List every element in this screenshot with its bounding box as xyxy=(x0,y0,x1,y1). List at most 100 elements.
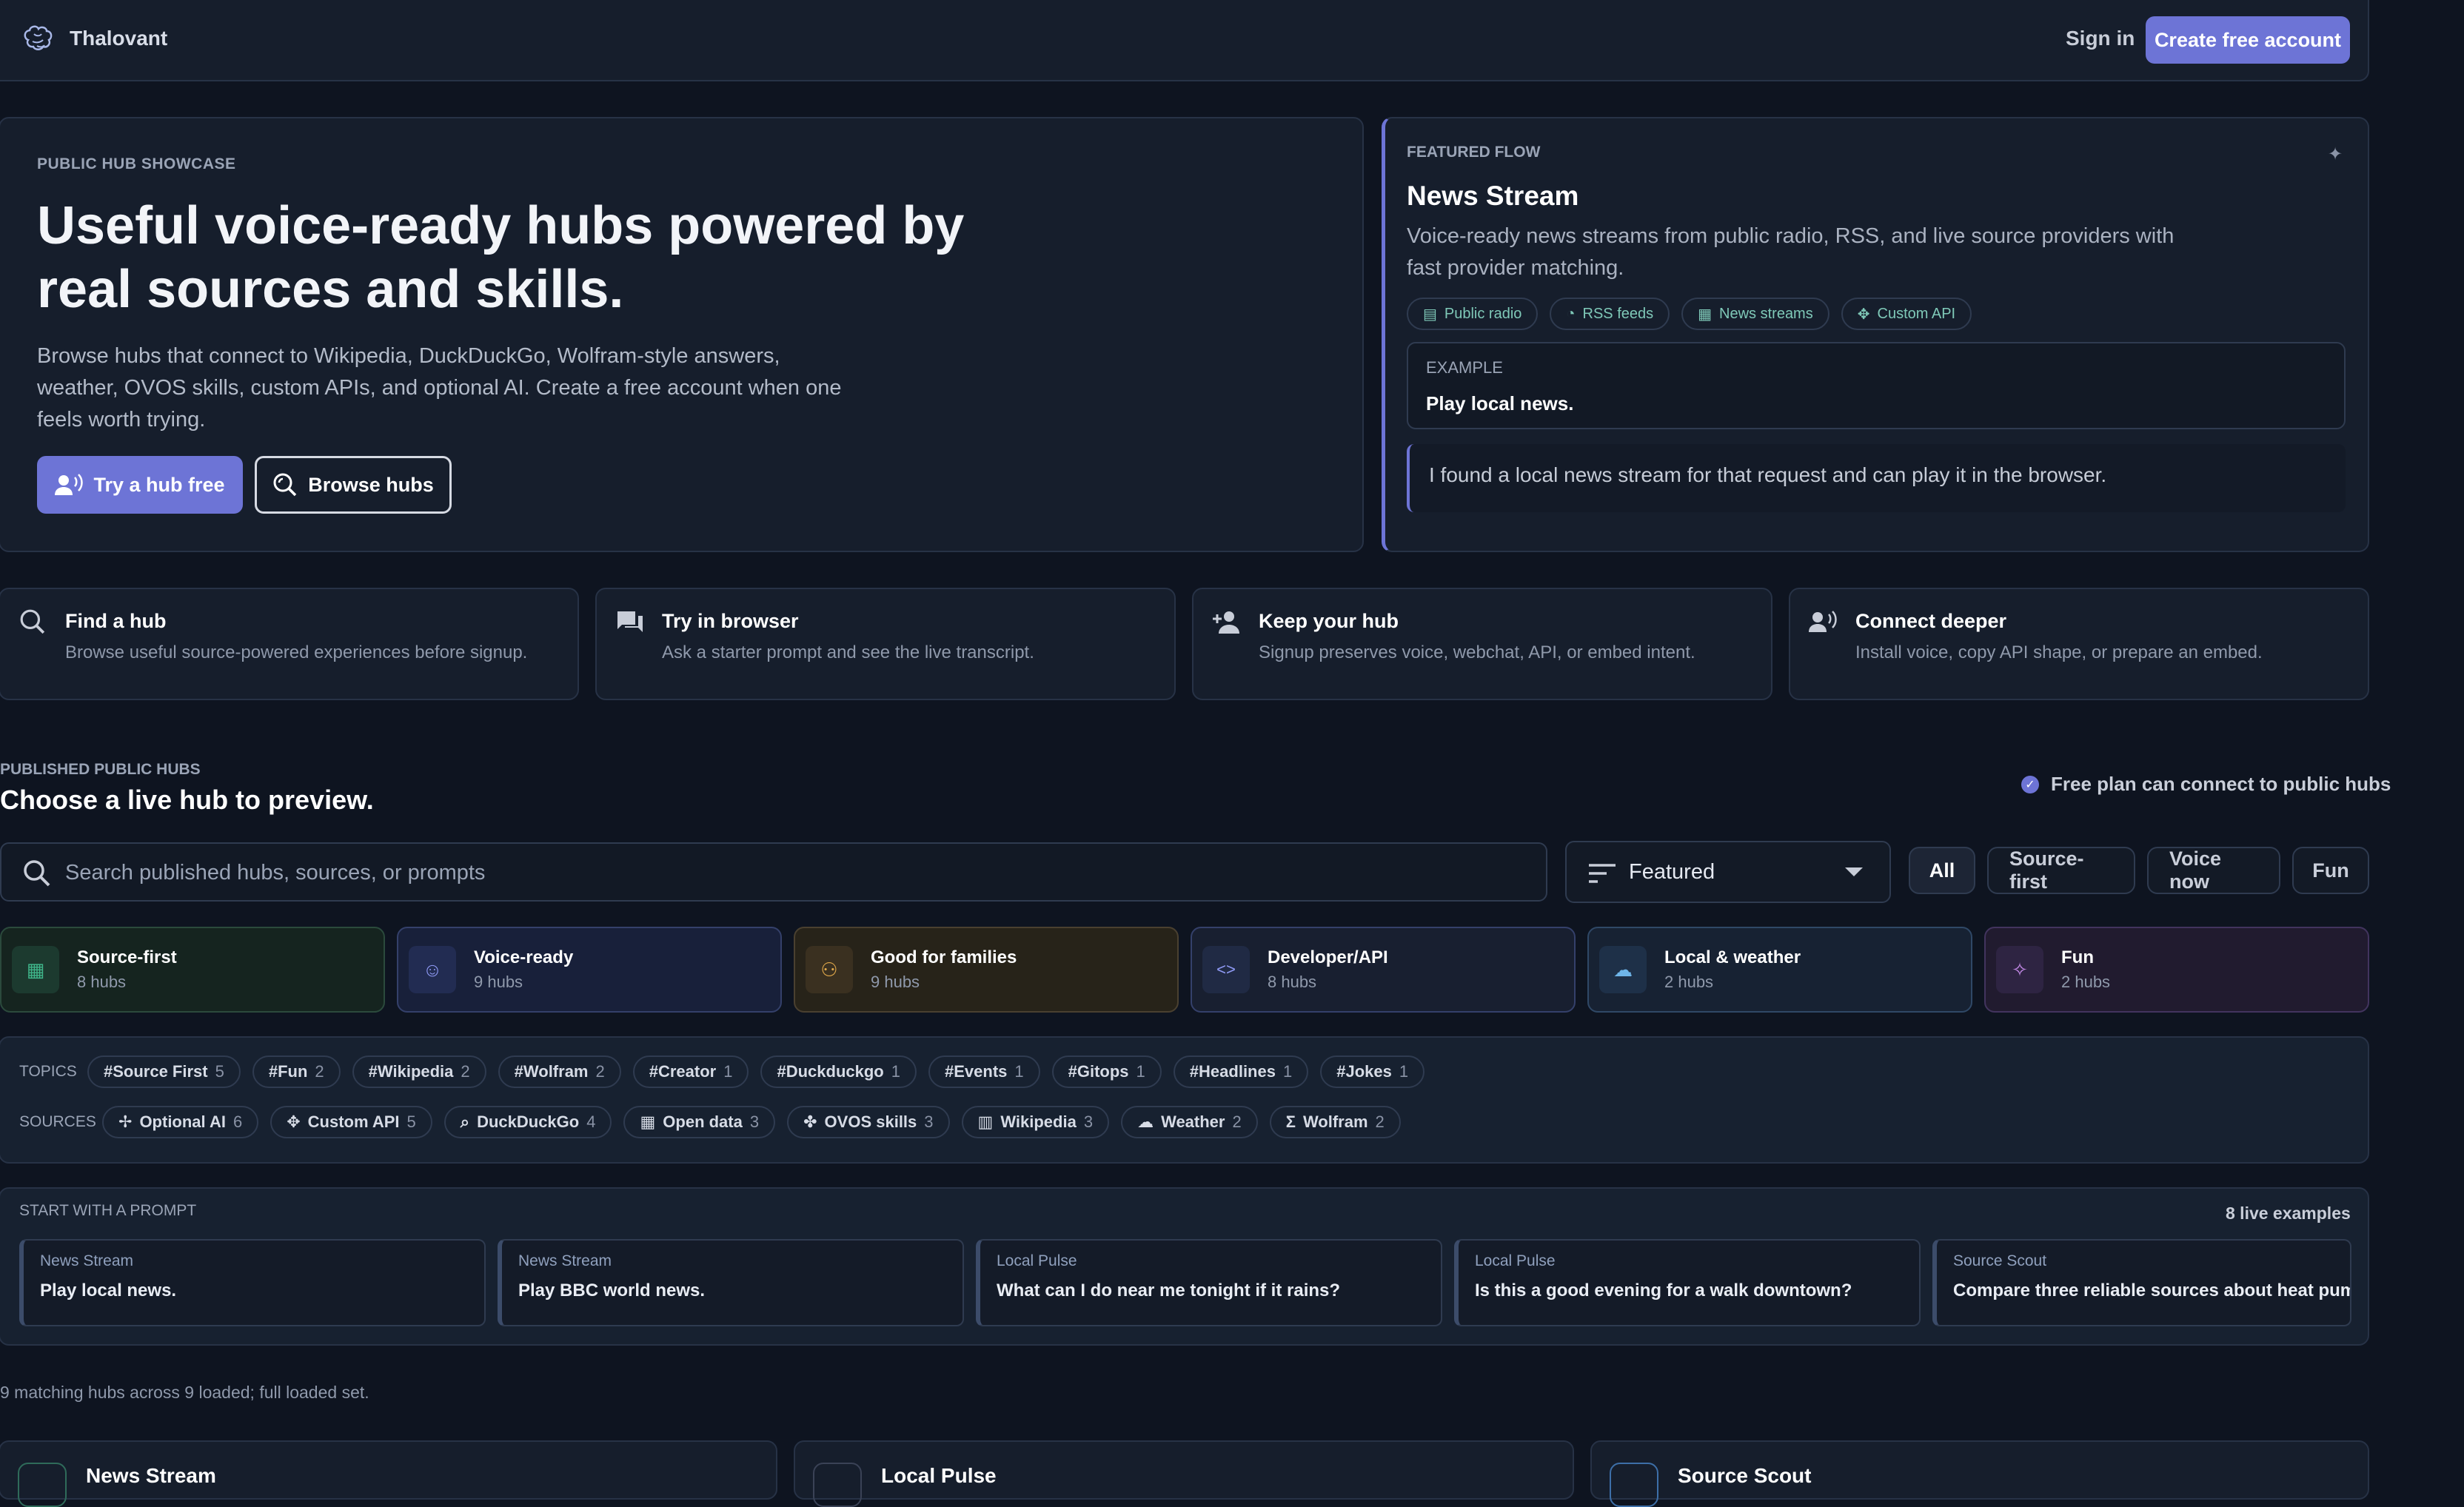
sign-in-link[interactable]: Sign in xyxy=(2066,27,2135,50)
step-try-browser[interactable]: Try in browser Ask a starter prompt and … xyxy=(595,588,1176,700)
source-chip[interactable]: ▥ Wikipedia 3 xyxy=(961,1106,1110,1138)
prompt-card[interactable]: Local Pulse What can I do near me tonight… xyxy=(976,1239,1442,1326)
hub-title: Local Pulse xyxy=(881,1464,997,1487)
prompt-card[interactable]: Source Scout Compare three reliable sourc… xyxy=(1932,1239,2351,1326)
hub-card-local-pulse[interactable]: Local Pulse xyxy=(794,1440,1574,1507)
topic-chip[interactable]: #Gitops 1 xyxy=(1051,1055,1162,1088)
hub-card-news-stream[interactable]: News Stream xyxy=(0,1440,777,1507)
source-count: 3 xyxy=(1083,1112,1094,1131)
source-chip[interactable]: ✤ OVOS skills 3 xyxy=(787,1106,950,1138)
book-icon: ▥ xyxy=(977,1112,994,1131)
hub-icon xyxy=(813,1463,862,1507)
category-fun[interactable]: ✧ Fun 2 hubs xyxy=(1984,927,2369,1013)
tag-label: News streams xyxy=(1719,305,1813,322)
topic-name: #Fun xyxy=(268,1062,308,1081)
step-title: Find a hub xyxy=(65,610,167,632)
filter-source-first[interactable]: Source-first xyxy=(1987,847,2135,894)
topic-chip[interactable]: #Fun 2 xyxy=(252,1055,341,1088)
try-hub-button[interactable]: Try a hub free xyxy=(37,456,243,514)
api-icon: ✥ xyxy=(1857,306,1870,323)
search-input[interactable] xyxy=(64,854,1533,891)
source-chip[interactable]: ☁ Weather 2 xyxy=(1121,1106,1258,1138)
category-count: 9 hubs xyxy=(474,973,523,991)
prompt-source: News Stream xyxy=(518,1252,612,1269)
check-badge-icon: ✓ xyxy=(2021,775,2039,793)
topic-chip[interactable]: #Duckduckgo 1 xyxy=(760,1055,917,1088)
category-count: 9 hubs xyxy=(871,973,920,991)
category-voice-ready[interactable]: ☺ Voice-ready 9 hubs xyxy=(397,927,782,1013)
source-count: 2 xyxy=(1375,1112,1385,1131)
source-chip[interactable]: ✢ Optional AI 6 xyxy=(102,1106,259,1138)
topic-chip[interactable]: #Wikipedia 2 xyxy=(352,1055,486,1088)
brand-logo-icon[interactable] xyxy=(21,24,56,56)
source-name: OVOS skills xyxy=(824,1112,917,1131)
prompt-card[interactable]: News Stream Play BBC world news. xyxy=(498,1239,964,1326)
tag-public-radio[interactable]: ▤ Public radio xyxy=(1407,298,1539,330)
tag-news-streams[interactable]: ▦ News streams xyxy=(1681,298,1829,330)
chat-icon xyxy=(617,611,643,632)
browse-hubs-button[interactable]: Browse hubs xyxy=(255,456,452,514)
category-local-weather[interactable]: ☁ Local & weather 2 hubs xyxy=(1587,927,1972,1013)
topics-list: #Source First 5 #Fun 2 #Wikipedia 2 #Wolfra… xyxy=(87,1055,1425,1088)
topic-name: #Jokes xyxy=(1336,1062,1392,1081)
hub-card-source-scout[interactable]: Source Scout xyxy=(1590,1440,2369,1507)
sort-select[interactable]: Featured xyxy=(1565,841,1891,903)
filter-fun[interactable]: Fun xyxy=(2292,847,2369,894)
prompt-card[interactable]: News Stream Play local news. xyxy=(19,1239,486,1326)
source-chip[interactable]: ✥ Custom API 5 xyxy=(270,1106,432,1138)
source-count: 2 xyxy=(1232,1112,1242,1131)
topic-name: #Creator xyxy=(649,1062,717,1081)
featured-title: News Stream xyxy=(1407,181,1579,211)
topic-chip[interactable]: #Jokes 1 xyxy=(1320,1055,1425,1088)
filter-all[interactable]: All xyxy=(1909,847,1975,894)
category-title: Developer/API xyxy=(1268,947,1388,967)
category-source-first[interactable]: ▦ Source-first 8 hubs xyxy=(0,927,385,1013)
search-icon xyxy=(24,860,50,887)
topic-count: 1 xyxy=(1014,1062,1024,1081)
topic-chip[interactable]: #Headlines 1 xyxy=(1173,1055,1309,1088)
sparkle-icon: ✦ xyxy=(2328,144,2343,164)
source-chip[interactable]: ⌕ DuckDuckGo 4 xyxy=(443,1106,612,1138)
newspaper-icon: ▦ xyxy=(1698,306,1713,323)
topic-count: 2 xyxy=(595,1062,605,1081)
source-chip[interactable]: ▦ Open data 3 xyxy=(623,1106,776,1138)
tag-label: Custom API xyxy=(1877,305,1956,322)
category-count: 8 hubs xyxy=(77,973,127,991)
add-person-icon xyxy=(1213,611,1239,634)
hubs-title: Choose a live hub to preview. xyxy=(0,785,374,815)
topic-chip[interactable]: #Events 1 xyxy=(928,1055,1040,1088)
prompt-source: Local Pulse xyxy=(997,1252,1077,1269)
search-box[interactable] xyxy=(0,842,1547,902)
sort-value: Featured xyxy=(1629,860,1715,884)
voice-icon: ☺ xyxy=(409,946,456,993)
topic-name: #Headlines xyxy=(1189,1062,1276,1081)
step-find-hub[interactable]: Find a hub Browse useful source-powered … xyxy=(0,588,579,700)
category-developer-api[interactable]: <> Developer/API 8 hubs xyxy=(1191,927,1576,1013)
tag-custom-api[interactable]: ✥ Custom API xyxy=(1841,298,1972,330)
create-account-button[interactable]: Create free account xyxy=(2146,16,2350,64)
topic-chip[interactable]: #Wolfram 2 xyxy=(498,1055,621,1088)
source-chip[interactable]: Σ Wolfram 2 xyxy=(1269,1106,1401,1138)
source-name: Weather xyxy=(1161,1112,1225,1131)
filter-voice-now[interactable]: Voice now xyxy=(2147,847,2280,894)
topic-chip[interactable]: #Creator 1 xyxy=(632,1055,749,1088)
prompt-text: What can I do near me tonight if it rain… xyxy=(997,1281,1341,1300)
step-connect-deeper[interactable]: Connect deeper Install voice, copy API s… xyxy=(1789,588,2369,700)
featured-tags: ▤ Public radio ◔ RSS feeds ▦ News streams ✥… xyxy=(1407,298,1972,330)
brand-name[interactable]: Thalovant xyxy=(70,27,167,50)
source-name: Custom API xyxy=(307,1112,400,1131)
topic-count: 1 xyxy=(1282,1062,1293,1081)
category-good-for-families[interactable]: ⚇ Good for families 9 hubs xyxy=(794,927,1179,1013)
category-title: Voice-ready xyxy=(474,947,574,967)
step-desc: Browse useful source-powered experiences… xyxy=(65,642,528,662)
search-hub-icon xyxy=(273,473,297,497)
step-title: Connect deeper xyxy=(1855,610,2007,632)
category-title: Local & weather xyxy=(1664,947,1801,967)
step-keep-hub[interactable]: Keep your hub Signup preserves voice, we… xyxy=(1192,588,1772,700)
topic-chip[interactable]: #Source First 5 xyxy=(87,1055,241,1088)
prompt-source: Local Pulse xyxy=(1475,1252,1556,1269)
tag-rss-feeds[interactable]: ◔ RSS feeds xyxy=(1550,298,1670,330)
prompt-card[interactable]: Local Pulse Is this a good evening for a … xyxy=(1454,1239,1921,1326)
topic-name: #Gitops xyxy=(1068,1062,1129,1081)
example-box[interactable]: EXAMPLE Play local news. xyxy=(1407,342,2346,429)
